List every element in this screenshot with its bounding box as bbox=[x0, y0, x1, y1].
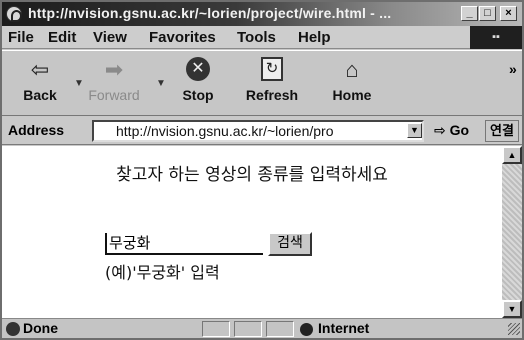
internet-zone-icon bbox=[300, 323, 313, 336]
address-label: Address bbox=[8, 122, 65, 138]
menu-tools[interactable]: Tools bbox=[237, 29, 276, 46]
search-button[interactable]: 검색 bbox=[268, 232, 312, 256]
window-title: http://nvision.gsnu.ac.kr/~lorien/projec… bbox=[28, 5, 392, 21]
stop-button[interactable]: ✕ Stop bbox=[166, 55, 230, 113]
search-input[interactable]: 무궁화 bbox=[105, 233, 263, 255]
status-pane-1 bbox=[202, 321, 230, 337]
home-button[interactable]: ⌂ Home bbox=[320, 55, 384, 113]
example-text: (예)'무궁화' 입력 bbox=[105, 263, 220, 282]
standard-toolbar: ⇦ Back ▼ ➡ Forward ▼ ✕ Stop ↻ Refresh ⌂ … bbox=[2, 50, 522, 116]
menu-file[interactable]: File bbox=[8, 29, 34, 46]
status-bar: Done Internet bbox=[2, 318, 522, 338]
status-text: Done bbox=[23, 320, 58, 336]
refresh-icon: ↻ bbox=[261, 57, 283, 81]
status-pane-3 bbox=[266, 321, 294, 337]
page-done-icon bbox=[6, 322, 20, 336]
menu-favorites[interactable]: Favorites bbox=[149, 29, 216, 46]
forward-arrow-icon: ➡ bbox=[104, 57, 124, 82]
status-pane-2 bbox=[234, 321, 262, 337]
maximize-button[interactable]: □ bbox=[479, 6, 496, 21]
menu-help[interactable]: Help bbox=[298, 29, 331, 46]
refresh-button[interactable]: ↻ Refresh bbox=[240, 55, 304, 113]
back-arrow-icon: ⇦ bbox=[30, 57, 50, 82]
back-button[interactable]: ⇦ Back bbox=[8, 55, 72, 113]
page-heading: 찾고자 하는 영상의 종류를 입력하세요 bbox=[116, 165, 388, 185]
address-input[interactable]: http://nvision.gsnu.ac.kr/~lorien/pro bbox=[92, 120, 424, 142]
links-button[interactable]: 연결 bbox=[485, 120, 519, 142]
menu-edit[interactable]: Edit bbox=[48, 29, 76, 46]
forward-dropdown-icon[interactable]: ▼ bbox=[156, 78, 166, 89]
zone-text: Internet bbox=[318, 320, 370, 336]
scroll-up-icon[interactable]: ▲ bbox=[502, 146, 522, 164]
forward-button[interactable]: ➡ Forward bbox=[82, 55, 146, 113]
menu-bar: File Edit View Favorites Tools Help ▪▪ bbox=[2, 26, 522, 49]
windows-throbber-icon: ▪▪ bbox=[470, 26, 522, 49]
menu-view[interactable]: View bbox=[93, 29, 127, 46]
stop-icon: ✕ bbox=[186, 57, 210, 81]
go-arrow-icon: ⇨ bbox=[434, 122, 446, 138]
address-dropdown-icon[interactable]: ▼ bbox=[407, 123, 422, 138]
vertical-scrollbar[interactable]: ▲ ▼ bbox=[502, 146, 522, 318]
scroll-down-icon[interactable]: ▼ bbox=[502, 300, 522, 318]
resize-grip-icon[interactable] bbox=[508, 323, 520, 335]
home-icon: ⌂ bbox=[345, 57, 359, 82]
toolbar-chevron-icon[interactable]: » bbox=[509, 61, 517, 77]
address-bar: Address http://nvision.gsnu.ac.kr/~lorie… bbox=[2, 117, 522, 145]
browser-window: http://nvision.gsnu.ac.kr/~lorien/projec… bbox=[0, 0, 524, 340]
minimize-button[interactable]: _ bbox=[461, 6, 478, 21]
page-content: 찾고자 하는 영상의 종류를 입력하세요 무궁화 검색 (예)'무궁화' 입력 bbox=[2, 146, 502, 318]
title-bar: http://nvision.gsnu.ac.kr/~lorien/projec… bbox=[2, 2, 522, 26]
close-button[interactable]: × bbox=[500, 6, 517, 21]
go-button[interactable]: ⇨ Go bbox=[434, 122, 469, 139]
ie-logo-icon bbox=[6, 6, 22, 22]
